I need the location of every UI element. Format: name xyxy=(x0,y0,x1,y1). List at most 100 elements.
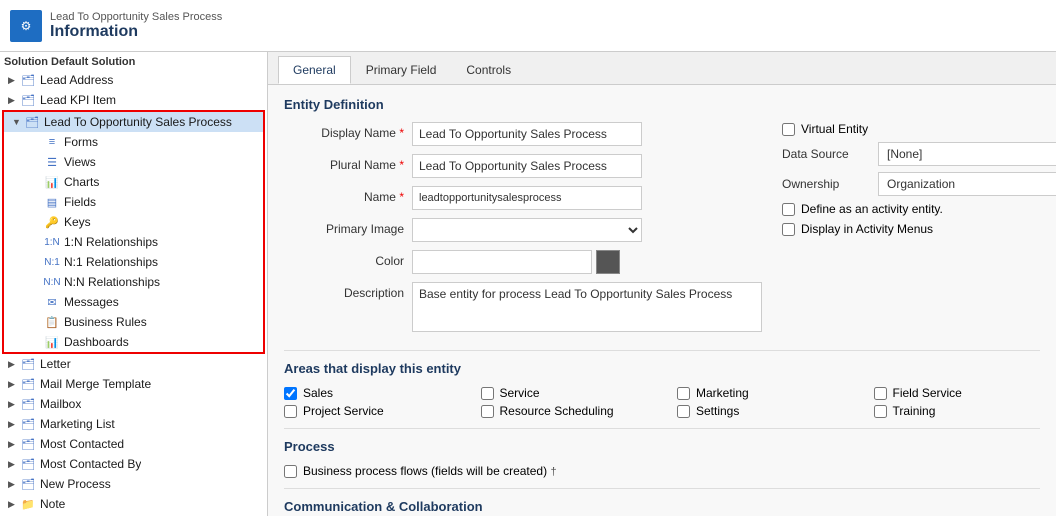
area-sales-label: Sales xyxy=(303,386,333,400)
charts-icon: 📊 xyxy=(44,174,60,190)
sidebar-item-lead-kpi[interactable]: ▶ 🗂 Lead KPI Item xyxy=(0,90,267,110)
primary-image-row: Primary Image xyxy=(284,218,762,242)
area-sales: Sales xyxy=(284,386,451,400)
sidebar-item-lead-address[interactable]: ▶ 🗂 Lead Address xyxy=(0,70,267,90)
display-activity-checkbox[interactable] xyxy=(782,223,795,236)
area-training-checkbox[interactable] xyxy=(874,405,887,418)
sidebar-item-label: Mail Merge Template xyxy=(40,377,151,391)
area-training-label: Training xyxy=(893,404,936,418)
area-marketing: Marketing xyxy=(677,386,844,400)
arrow-icon: ▶ xyxy=(8,459,20,470)
areas-title: Areas that display this entity xyxy=(284,361,1040,376)
display-name-input[interactable] xyxy=(412,122,642,146)
entity-icon: 🗂 xyxy=(20,92,36,108)
sidebar-item-letter[interactable]: ▶ 🗂 Letter xyxy=(0,354,267,374)
process-section: Process Business process flows (fields w… xyxy=(284,439,1040,478)
sidebar-item-business-rules[interactable]: 📋 Business Rules xyxy=(4,312,263,332)
ownership-select[interactable]: Organization xyxy=(878,172,1056,196)
sidebar-item-views[interactable]: ☰ Views xyxy=(4,152,263,172)
required-marker: * xyxy=(399,190,404,204)
entity-icon: 🗂 xyxy=(20,476,36,492)
sidebar-item-mailbox[interactable]: ▶ 🗂 Mailbox xyxy=(0,394,267,414)
sidebar-item-label: N:1 Relationships xyxy=(64,255,158,269)
sidebar-item-label: Forms xyxy=(64,135,98,149)
description-textarea[interactable]: Base entity for process Lead To Opportun… xyxy=(412,282,762,332)
sidebar-item-most-contacted[interactable]: ▶ 🗂 Most Contacted xyxy=(0,434,267,454)
area-marketing-label: Marketing xyxy=(696,386,749,400)
data-source-select[interactable]: [None] xyxy=(878,142,1056,166)
header: ⚙ Lead To Opportunity Sales Process Info… xyxy=(0,0,1056,52)
sidebar-item-messages[interactable]: ✉ Messages xyxy=(4,292,263,312)
bpf-note: † xyxy=(550,466,556,478)
description-label: Description xyxy=(284,282,404,300)
sidebar-item-1n-rel[interactable]: 1:N 1:N Relationships xyxy=(4,232,263,252)
required-marker: * xyxy=(399,158,404,172)
sidebar-item-keys[interactable]: 🔑 Keys xyxy=(4,212,263,232)
right-col: Virtual Entity Data Source [None] Owners… xyxy=(762,122,1056,340)
define-activity-checkbox[interactable] xyxy=(782,203,795,216)
sidebar-item-label: Messages xyxy=(64,295,119,309)
area-training: Training xyxy=(874,404,1041,418)
sidebar-item-label: Dashboards xyxy=(64,335,129,349)
areas-grid: Sales Service Marketing Field Service xyxy=(284,386,1040,418)
sidebar-item-mail-merge[interactable]: ▶ 🗂 Mail Merge Template xyxy=(0,374,267,394)
entity-icon: 🗂 xyxy=(24,114,40,130)
sidebar-item-new-process[interactable]: ▶ 🗂 New Process xyxy=(0,474,267,494)
areas-section: Areas that display this entity Sales Ser… xyxy=(284,361,1040,418)
area-service-checkbox[interactable] xyxy=(481,387,494,400)
primary-image-select[interactable] xyxy=(412,218,642,242)
virtual-entity-checkbox[interactable] xyxy=(782,123,795,136)
sidebar-item-label: Mailbox xyxy=(40,397,81,411)
sidebar-item-dashboards[interactable]: 📊 Dashboards xyxy=(4,332,263,352)
sidebar-item-forms[interactable]: ≡ Forms xyxy=(4,132,263,152)
arrow-icon: ▶ xyxy=(8,379,20,390)
sidebar-item-nn-rel[interactable]: N:N N:N Relationships xyxy=(4,272,263,292)
tab-primary-field[interactable]: Primary Field xyxy=(351,56,452,84)
tab-controls[interactable]: Controls xyxy=(451,56,526,84)
sidebar-item-label: Most Contacted xyxy=(40,437,124,451)
sidebar-item-label: N:N Relationships xyxy=(64,275,160,289)
sidebar-item-marketing-list[interactable]: ▶ 🗂 Marketing List xyxy=(0,414,267,434)
solution-label: Solution Default Solution xyxy=(0,52,267,70)
arrow-icon: ▶ xyxy=(8,479,20,490)
area-resource-scheduling-checkbox[interactable] xyxy=(481,405,494,418)
plural-name-input[interactable] xyxy=(412,154,642,178)
data-source-row: Data Source [None] xyxy=(782,142,1056,166)
forms-icon: ≡ xyxy=(44,134,60,150)
color-swatch[interactable] xyxy=(596,250,620,274)
sidebar-item-most-contacted-by[interactable]: ▶ 🗂 Most Contacted By xyxy=(0,454,267,474)
area-sales-checkbox[interactable] xyxy=(284,387,297,400)
sidebar-item-label: Marketing List xyxy=(40,417,115,431)
area-service: Service xyxy=(481,386,648,400)
virtual-entity-row: Virtual Entity xyxy=(782,122,1056,136)
sidebar-item-fields[interactable]: ▤ Fields xyxy=(4,192,263,212)
header-icon: ⚙ xyxy=(10,10,42,42)
name-input[interactable] xyxy=(412,186,642,210)
entity-icon: 🗂 xyxy=(20,356,36,372)
entity-icon: 🗂 xyxy=(20,72,36,88)
dashboards-icon: 📊 xyxy=(44,334,60,350)
area-marketing-checkbox[interactable] xyxy=(677,387,690,400)
sidebar-item-label: Lead Address xyxy=(40,73,113,87)
color-row: Color xyxy=(284,250,762,274)
bpf-checkbox[interactable] xyxy=(284,465,297,478)
display-name-label: Display Name * xyxy=(284,122,404,140)
area-field-service-label: Field Service xyxy=(893,386,962,400)
comm-title: Communication & Collaboration xyxy=(284,499,1040,514)
sidebar-item-note[interactable]: ▶ 📁 Note xyxy=(0,494,267,514)
sidebar-item-n1-rel[interactable]: N:1 N:1 Relationships xyxy=(4,252,263,272)
color-input[interactable] xyxy=(412,250,592,274)
sidebar-item-charts[interactable]: 📊 Charts xyxy=(4,172,263,192)
color-picker-group xyxy=(412,250,620,274)
arrow-icon: ▶ xyxy=(8,439,20,450)
area-settings-label: Settings xyxy=(696,404,739,418)
tab-general[interactable]: General xyxy=(278,56,351,84)
area-project-service-checkbox[interactable] xyxy=(284,405,297,418)
entity-icon: 🗂 xyxy=(20,416,36,432)
area-settings-checkbox[interactable] xyxy=(677,405,690,418)
bpf-label: Business process flows (fields will be c… xyxy=(303,464,557,478)
required-marker: * xyxy=(399,126,404,140)
sidebar-item-lead-opp-process[interactable]: ▼ 🗂 Lead To Opportunity Sales Process xyxy=(4,112,263,132)
area-field-service-checkbox[interactable] xyxy=(874,387,887,400)
primary-image-label: Primary Image xyxy=(284,218,404,236)
